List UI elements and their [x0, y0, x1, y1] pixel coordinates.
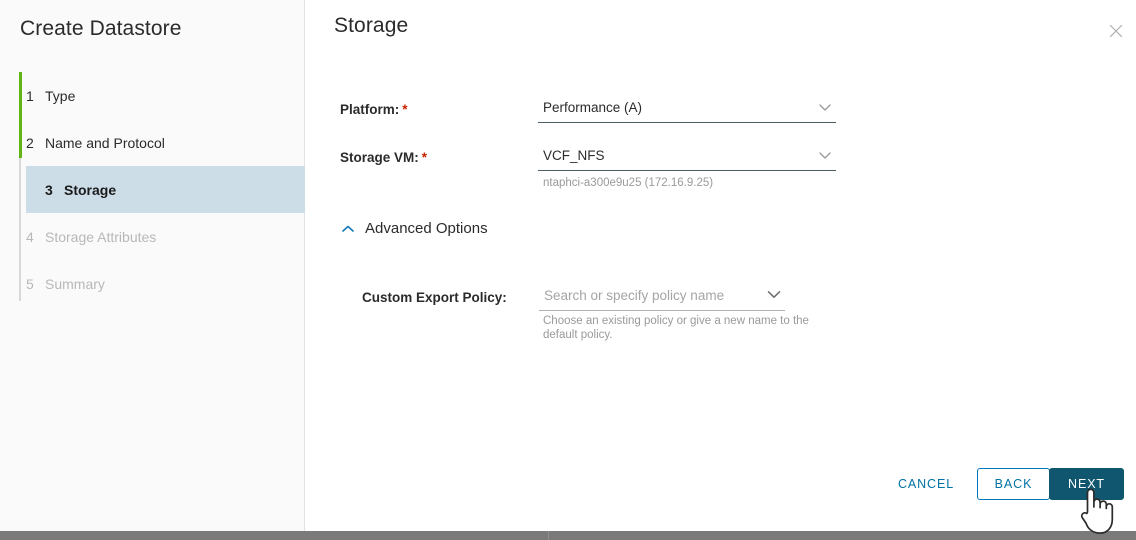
create-datastore-wizard: Create Datastore 1 Type 2 Name and Proto… [0, 0, 1136, 540]
wizard-content-panel: Storage Platform: * Performance (A) Stor… [305, 0, 1136, 531]
chevron-up-icon [341, 224, 355, 234]
storage-vm-select[interactable]: VCF_NFS [538, 146, 836, 171]
wizard-sidebar: Create Datastore 1 Type 2 Name and Proto… [0, 0, 305, 531]
page-title: Storage [334, 14, 409, 37]
step-label: Name and Protocol [45, 134, 165, 151]
storage-vm-select-value: VCF_NFS [543, 148, 605, 163]
platform-label-text: Platform: [340, 102, 400, 117]
cancel-button[interactable]: CANCEL [885, 468, 967, 500]
taskbar-divider [548, 531, 549, 540]
back-button[interactable]: BACK [977, 468, 1050, 500]
platform-label: Platform: * [340, 102, 408, 117]
wizard-footer: CANCEL BACK NEXT [305, 441, 1136, 531]
sidebar-step-type[interactable]: 1 Type [0, 72, 305, 119]
advanced-options-toggle[interactable]: Advanced Options [341, 220, 488, 237]
platform-select-value: Performance (A) [543, 100, 643, 115]
step-number: 3 [45, 181, 53, 198]
custom-export-policy-input[interactable]: Search or specify policy name [539, 286, 785, 311]
storage-vm-label: Storage VM: * [340, 150, 427, 165]
storage-vm-row: Storage VM: * VCF_NFS ntaphci-a300e9u25 (… [305, 138, 1136, 189]
sidebar-step-name-and-protocol[interactable]: 2 Name and Protocol [0, 119, 305, 166]
custom-export-policy-label: Custom Export Policy: [362, 290, 507, 305]
step-number: 2 [26, 134, 34, 151]
step-number: 4 [26, 228, 34, 245]
required-marker: * [421, 150, 428, 165]
platform-row: Platform: * Performance (A) [305, 90, 1136, 138]
step-label: Storage Attributes [45, 228, 157, 245]
chevron-down-icon [818, 151, 832, 160]
step-label: Type [45, 87, 76, 104]
wizard-title: Create Datastore [20, 17, 182, 40]
sidebar-step-storage[interactable]: 3 Storage [26, 166, 305, 213]
sidebar-step-storage-attributes: 4 Storage Attributes [0, 213, 305, 260]
custom-export-policy-hint: Choose an existing policy or give a new … [543, 315, 809, 341]
step-label: Summary [45, 275, 105, 292]
taskbar-strip [0, 531, 1136, 540]
close-icon[interactable] [1104, 19, 1128, 43]
advanced-options-label: Advanced Options [365, 220, 488, 237]
step-number: 5 [26, 275, 34, 292]
step-number: 1 [26, 87, 34, 104]
required-marker: * [402, 102, 408, 117]
storage-vm-label-text: Storage VM: [340, 150, 419, 165]
custom-export-policy-row: Custom Export Policy: Search or specify … [305, 278, 1136, 341]
storage-form: Platform: * Performance (A) Storage VM: * [305, 90, 1136, 341]
custom-export-policy-placeholder: Search or specify policy name [544, 288, 725, 303]
sidebar-step-summary: 5 Summary [0, 260, 305, 307]
next-button[interactable]: NEXT [1049, 468, 1124, 500]
step-label: Storage [64, 181, 117, 198]
platform-select[interactable]: Performance (A) [538, 98, 836, 123]
storage-vm-hint: ntaphci-a300e9u25 (172.16.9.25) [543, 177, 714, 189]
wizard-step-list: 1 Type 2 Name and Protocol 3 Storage 4 S… [0, 72, 305, 307]
chevron-down-icon[interactable] [767, 290, 781, 299]
chevron-down-icon [818, 103, 832, 112]
